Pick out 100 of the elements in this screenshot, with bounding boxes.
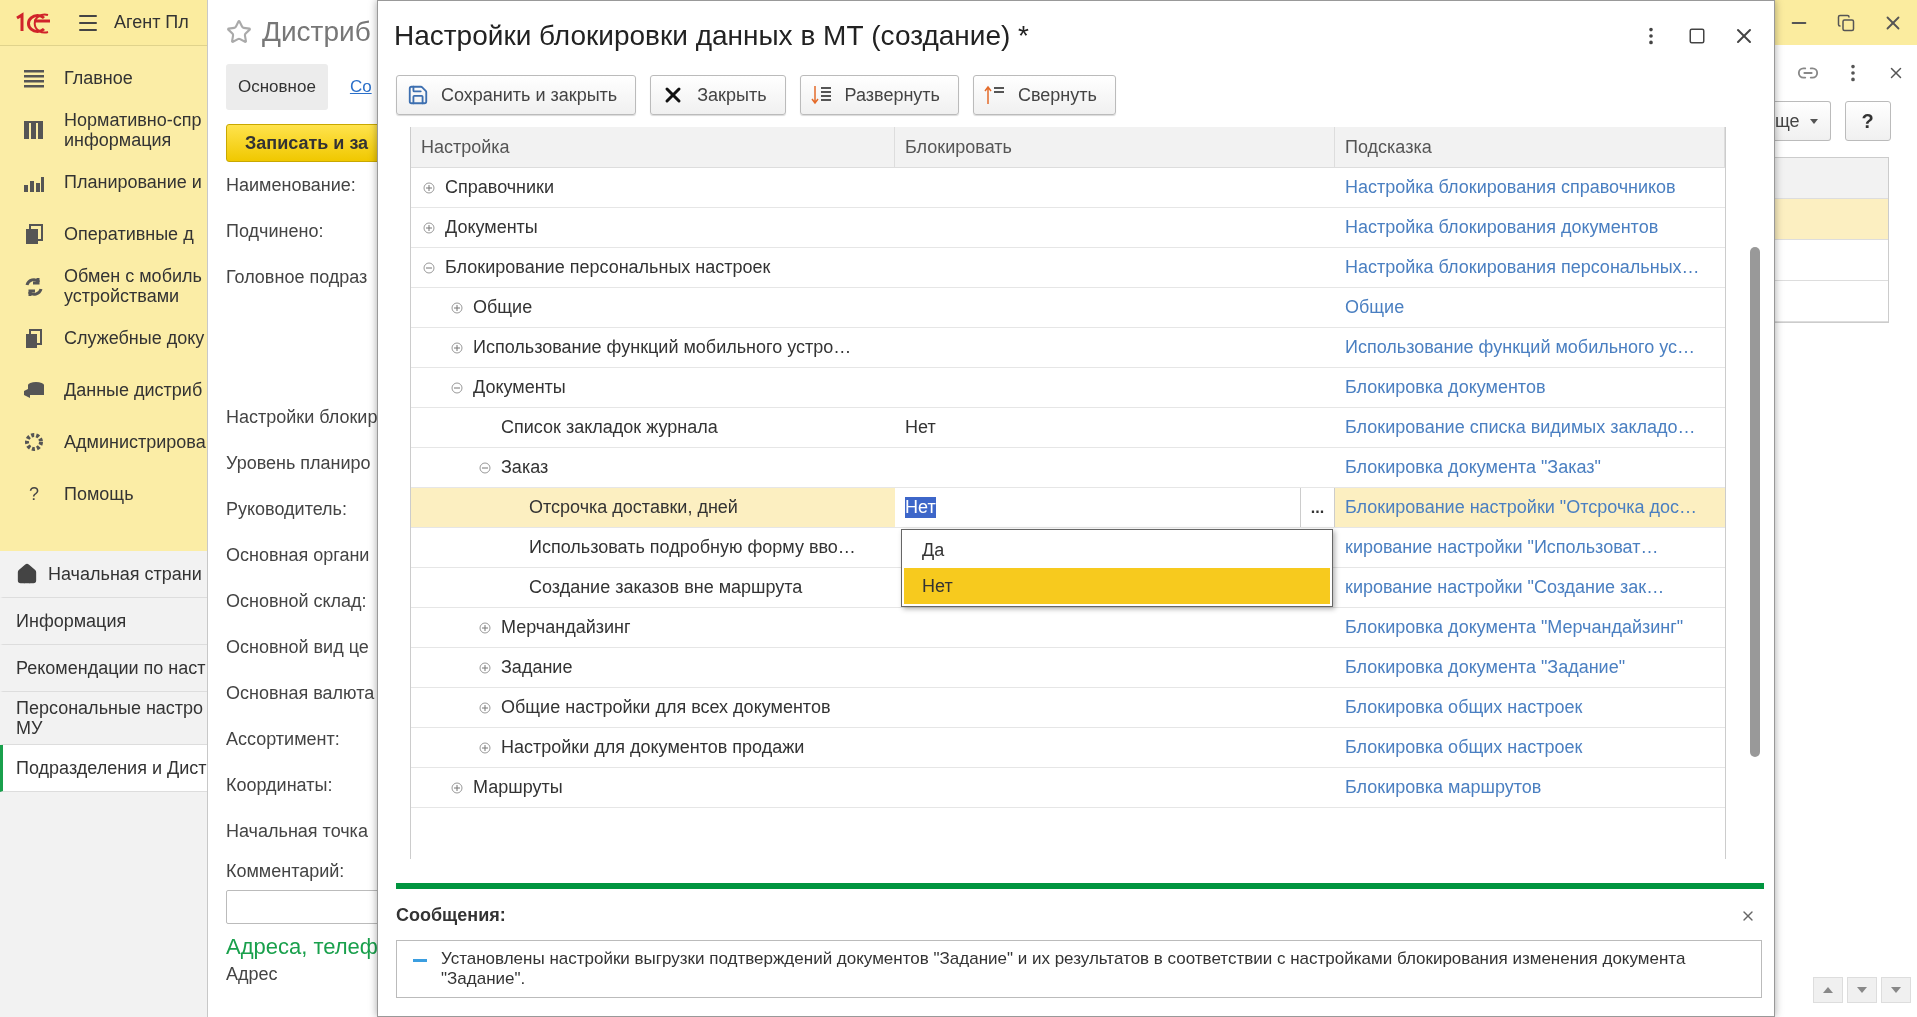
setting-name: Заказ	[501, 457, 549, 478]
hint-link[interactable]: Блокировка общих настроек	[1345, 737, 1583, 758]
open-window-item[interactable]: Подразделения и Дист	[0, 745, 207, 792]
hint-link[interactable]: Блокировка общих настроек	[1345, 697, 1583, 718]
columns-icon	[22, 119, 46, 141]
expand-icon[interactable]	[451, 341, 463, 354]
expand-icon[interactable]	[423, 221, 435, 234]
collapse-icon[interactable]	[423, 261, 435, 274]
settings-icon	[22, 431, 46, 453]
setting-name: Настройки для документов продажи	[501, 737, 805, 758]
column-header: Блокировать	[895, 127, 1335, 167]
messages-title: Сообщения:	[396, 905, 506, 926]
section-item[interactable]: Служебные доку	[0, 312, 207, 364]
hint-link[interactable]: Блокировка документа "Задание"	[1345, 657, 1626, 678]
setting-name: Использование функций мобильного устро…	[473, 337, 852, 358]
save-icon	[407, 84, 429, 106]
setting-name: Общие настройки для всех документов	[501, 697, 831, 718]
hint-link[interactable]: Общие	[1345, 297, 1405, 318]
maximize-icon[interactable]	[1688, 27, 1706, 45]
setting-name: Список закладок журнала	[501, 417, 718, 438]
hint-link[interactable]: Настройка блокирования справочников	[1345, 177, 1676, 198]
expand-icon[interactable]	[423, 181, 435, 194]
collapse-list-icon	[983, 84, 1006, 106]
section-item[interactable]: Оперативные д	[0, 208, 207, 260]
value-cell: Нет	[905, 417, 936, 438]
column-header: Подсказка	[1335, 127, 1725, 167]
hint-link[interactable]: Использование функций мобильного ус…	[1345, 337, 1696, 358]
expand-icon[interactable]	[479, 701, 491, 714]
section-item[interactable]: Главное	[0, 52, 207, 104]
toolbar-button[interactable]: Свернуть	[972, 75, 1116, 115]
setting-name: Маршруты	[473, 777, 563, 798]
help-button[interactable]: ?	[1844, 101, 1891, 141]
section-item[interactable]: Обмен с мобиль устройствами	[0, 260, 207, 312]
form-title: Дистриб	[262, 16, 371, 48]
section-item[interactable]: Планирование и	[0, 156, 207, 208]
hint-link[interactable]: Блокировка документа "Заказ"	[1345, 457, 1601, 478]
setting-name: Мерчандайзинг	[501, 617, 631, 638]
field-label: Настройки блокир	[226, 405, 377, 429]
field-label: Координаты:	[226, 773, 334, 797]
tab[interactable]: Основное	[226, 64, 328, 110]
home-icon	[16, 563, 38, 585]
hint-link[interactable]: Блокировка маршрутов	[1345, 777, 1542, 798]
expand-icon[interactable]	[451, 781, 463, 794]
field-label: Подчинено:	[226, 219, 325, 243]
star-icon[interactable]	[226, 19, 252, 45]
setting-name: Создание заказов вне маршрута	[529, 577, 803, 598]
section-title: Адреса, телеф	[226, 934, 377, 960]
field-label: Основная валюта	[226, 681, 376, 705]
setting-name: Отсрочка доставки, дней	[529, 497, 738, 518]
hint-link[interactable]: Блокировка документов	[1345, 377, 1546, 398]
field-label: Головное подраз	[226, 265, 369, 289]
dash-icon	[413, 959, 427, 962]
expand-icon[interactable]	[479, 621, 491, 634]
expand-icon[interactable]	[479, 741, 491, 754]
toolbar-button[interactable]: Сохранить и закрыть	[396, 75, 637, 115]
field-label: Ассортимент:	[226, 727, 341, 751]
dialog-title: Настройки блокировки данных в МТ (создание) *	[394, 20, 1030, 52]
column-header: Настройка	[411, 127, 895, 167]
dropdown-option[interactable]: Нет	[904, 568, 1330, 604]
hint-link[interactable]: кирование настройки "Использоват…	[1345, 537, 1659, 558]
hint-link[interactable]: Настройка блокирования персональных…	[1345, 257, 1700, 278]
section-item[interactable]: ? Помощь	[0, 468, 207, 520]
tab[interactable]: Со	[337, 64, 377, 110]
expand-icon[interactable]	[479, 661, 491, 674]
field-label: Руководитель:	[226, 497, 348, 521]
list-icon	[22, 67, 46, 89]
toolbar-button[interactable]: Закрыть	[650, 75, 786, 115]
setting-name: Документы	[473, 377, 566, 398]
setting-name: Использовать подробную форму вво…	[529, 537, 856, 558]
field-label: Основной склад:	[226, 589, 368, 613]
section-item[interactable]: Нормативно-спр информация	[0, 104, 207, 156]
setting-name: Блокирование персональных настроек	[445, 257, 771, 278]
field-label: Комментарий:	[226, 859, 346, 883]
setting-name: Документы	[445, 217, 538, 238]
field-label: Уровень планиро	[226, 451, 372, 475]
hint-link[interactable]: Блокирование списка видимых закладо…	[1345, 417, 1696, 438]
restore-icon[interactable]	[1837, 13, 1855, 32]
collapse-icon[interactable]	[451, 381, 463, 394]
toolbar-button[interactable]: Развернуть	[799, 75, 959, 115]
hint-link[interactable]: Блокировка документа "Мерчандайзинг"	[1345, 617, 1684, 638]
save-button[interactable]: Записать и за	[226, 124, 377, 162]
hint-link[interactable]: Настройка блокирования документов	[1345, 217, 1659, 238]
caret-icon	[1809, 118, 1818, 124]
expand-icon[interactable]	[451, 301, 463, 314]
app-title: Агент Пл	[114, 12, 189, 33]
help-icon: ?	[22, 483, 46, 505]
section-item[interactable]: Данные дистриб	[0, 364, 207, 416]
field-label: Основная органи	[226, 543, 371, 567]
setting-name: Справочники	[445, 177, 555, 198]
hint-link[interactable]: кирование настройки "Создание зак…	[1345, 577, 1665, 598]
message-text: Установлены настройки выгрузки подтверждений документов "Задание" и их результатов в соответствии с настройками блокирования изменения документа "Задание".	[441, 949, 1687, 989]
section-item[interactable]: Администрирова	[0, 416, 207, 468]
field-label: Адрес	[226, 962, 279, 986]
field-label: Начальная точка	[226, 819, 369, 843]
setting-name: Общие	[473, 297, 533, 318]
collapse-icon[interactable]	[479, 461, 491, 474]
more-button[interactable]: ще	[1775, 101, 1831, 141]
field-label: Наименование:	[226, 173, 357, 197]
setting-name: Задание	[501, 657, 573, 678]
expand-list-icon	[810, 84, 833, 106]
